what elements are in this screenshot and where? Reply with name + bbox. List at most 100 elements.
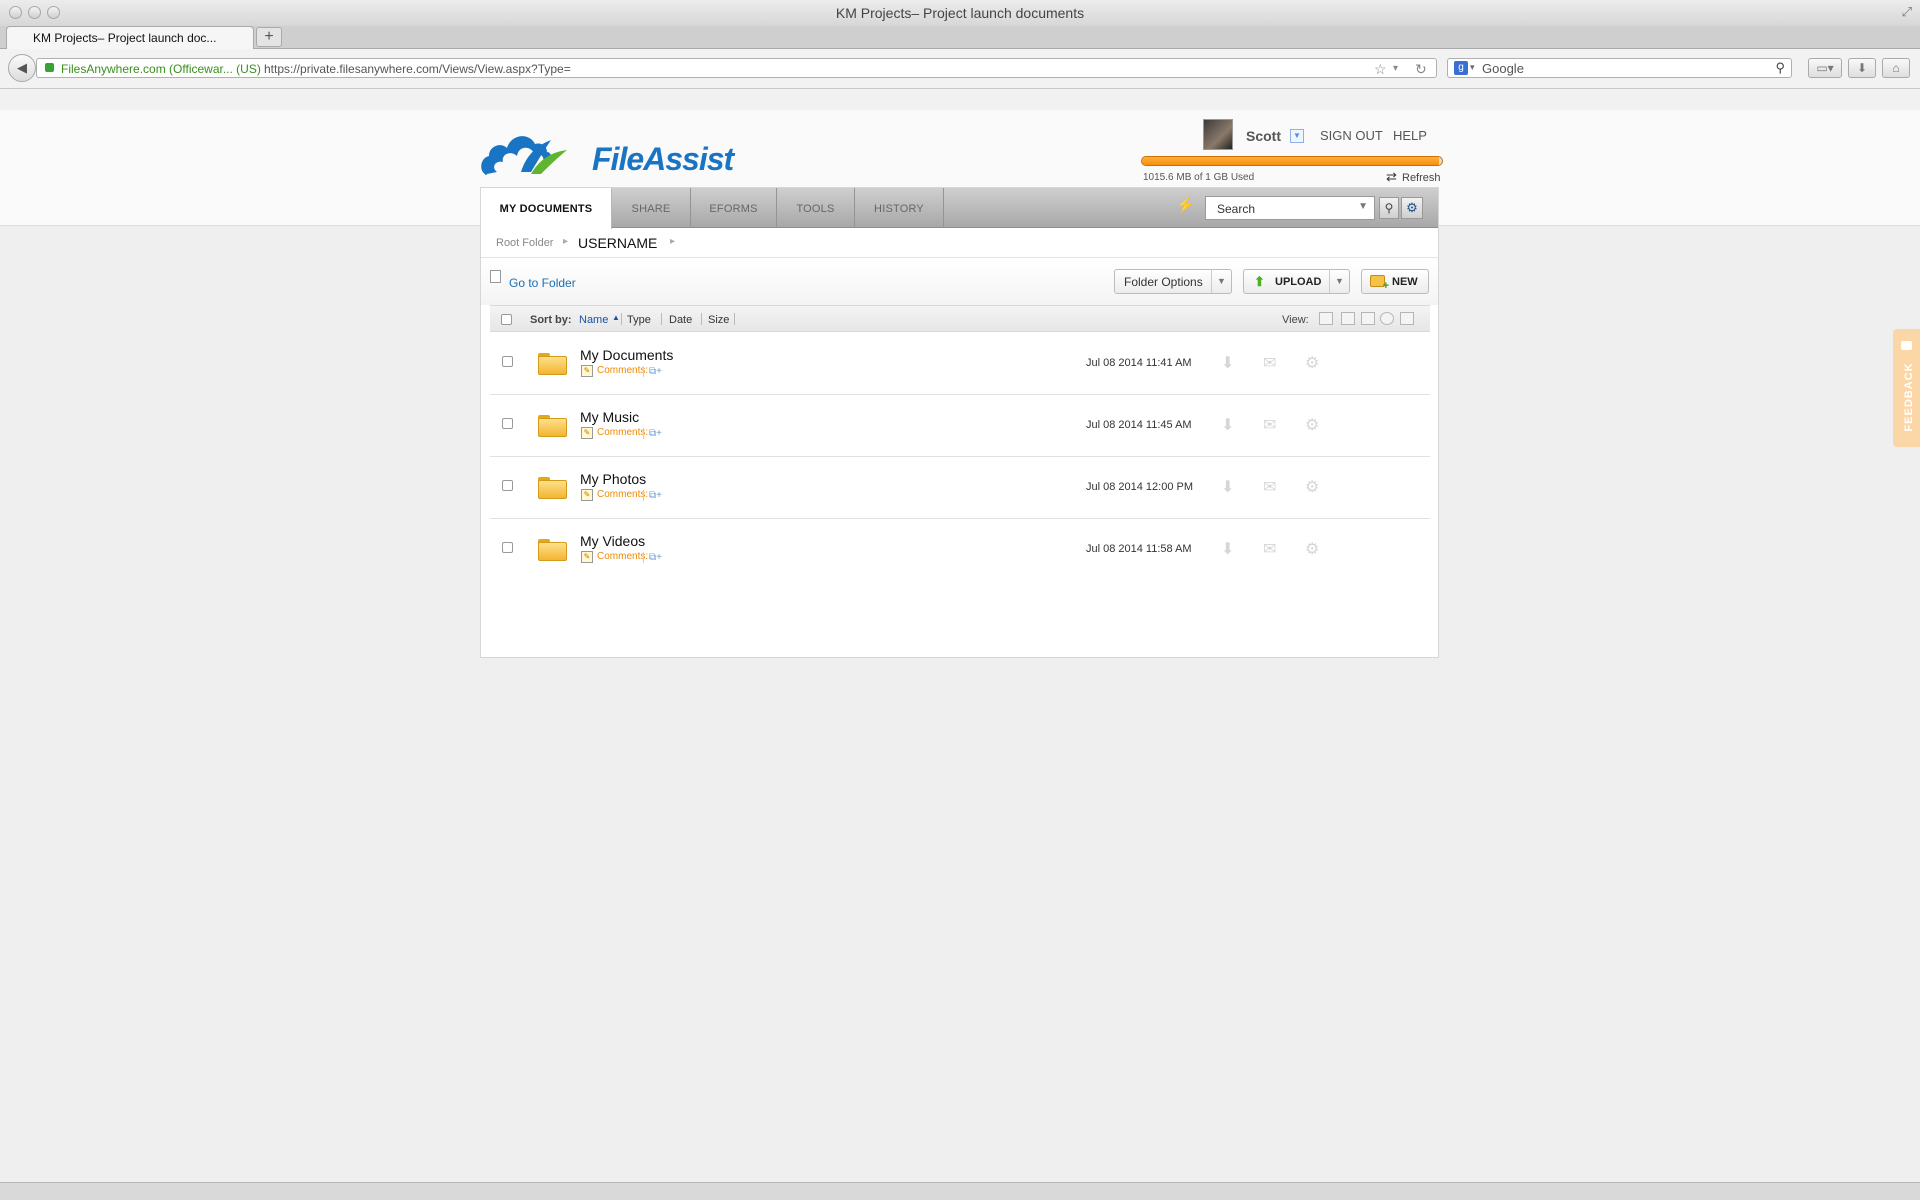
comments-link[interactable]: Comments: (597, 489, 648, 500)
folder-options-button[interactable]: Folder Options ▼ (1114, 269, 1232, 294)
folder-options-chevron-down-icon[interactable]: ▼ (1211, 270, 1231, 293)
refresh-quota-link[interactable]: Refresh (1402, 172, 1441, 184)
sort-by-type[interactable]: Type (627, 314, 651, 326)
download-icon[interactable]: ⬇ (1221, 477, 1234, 497)
row-checkbox[interactable] (502, 480, 513, 491)
home-icon[interactable]: ⌂ (1882, 58, 1910, 78)
file-row[interactable]: My Music ✎ Comments: ⧉+ Jul 08 2014 11:4… (490, 395, 1430, 457)
search-input[interactable]: Search ▼ (1205, 196, 1375, 220)
comment-icon[interactable]: ✎ (581, 427, 593, 439)
go-to-folder-link[interactable]: Go to Folder (509, 276, 576, 290)
comment-icon[interactable]: ✎ (581, 365, 593, 377)
tab-history[interactable]: HISTORY (855, 188, 944, 228)
select-all-checkbox[interactable] (501, 314, 512, 325)
download-icon[interactable]: ⬇ (1221, 539, 1234, 559)
advanced-search-gear-icon[interactable]: ⚙ (1401, 197, 1423, 219)
history-dropdown-icon[interactable]: ▾ (1393, 63, 1398, 74)
feedback-label: FEEDBACK (1903, 362, 1915, 432)
tag-icon[interactable]: ⧉+ (649, 552, 669, 563)
download-icon[interactable]: ⬇ (1221, 353, 1234, 373)
search-button[interactable]: ⚲ (1379, 197, 1399, 219)
gear-icon[interactable]: ⚙ (1305, 539, 1319, 559)
gear-icon[interactable]: ⚙ (1305, 477, 1319, 497)
folder-name[interactable]: My Music (580, 409, 639, 425)
folder-name[interactable]: My Videos (580, 533, 645, 549)
address-bar[interactable]: FilesAnywhere.com (Officewar... (US) htt… (36, 58, 1437, 78)
back-icon[interactable]: ◀ (8, 54, 36, 82)
sort-by-size[interactable]: Size (708, 314, 729, 326)
folder-icon[interactable] (538, 477, 567, 499)
thumbnail-view-icon[interactable] (1341, 312, 1355, 325)
gear-icon[interactable]: ⚙ (1305, 353, 1319, 373)
upload-button[interactable]: ⬆ UPLOAD ▼ (1243, 269, 1350, 294)
refresh-quota-icon[interactable]: ⇄ (1386, 169, 1397, 185)
sort-by-name[interactable]: Name (579, 314, 608, 326)
refresh-icon[interactable]: ↻ (1415, 61, 1427, 78)
tag-icon[interactable]: ⧉+ (649, 366, 669, 377)
help-link[interactable]: HELP (1393, 128, 1427, 143)
bookmark-star-icon[interactable]: ☆ (1374, 61, 1387, 78)
logo-text: FileAssist (592, 141, 734, 177)
screenshot-icon[interactable]: ▭▾ (1808, 58, 1842, 78)
gear-icon[interactable]: ⚙ (1305, 415, 1319, 435)
row-checkbox[interactable] (502, 418, 513, 429)
sort-by-date[interactable]: Date (669, 314, 692, 326)
folder-name[interactable]: My Documents (580, 347, 673, 363)
search-dropdown-chevron-down-icon[interactable]: ▼ (1358, 201, 1368, 212)
url-text[interactable]: https://private.filesanywhere.com/Views/… (264, 62, 571, 76)
sign-out-link[interactable]: SIGN OUT (1320, 128, 1383, 143)
details-view-icon[interactable] (1319, 312, 1333, 325)
upload-chevron-down-icon[interactable]: ▼ (1329, 270, 1349, 293)
google-icon[interactable]: g (1454, 61, 1468, 75)
tab-share[interactable]: SHARE (612, 188, 691, 228)
email-icon[interactable]: ✉ (1263, 353, 1276, 373)
folder-name[interactable]: My Photos (580, 471, 646, 487)
user-name[interactable]: Scott (1246, 128, 1281, 144)
breadcrumb-root-folder[interactable]: Root Folder (496, 237, 553, 249)
folder-icon[interactable] (538, 415, 567, 437)
comments-link[interactable]: Comments: (597, 427, 648, 438)
avatar[interactable] (1203, 119, 1233, 150)
new-button[interactable]: NEW (1361, 269, 1429, 294)
tag-icon[interactable]: ⧉+ (649, 428, 669, 439)
site-identity[interactable]: FilesAnywhere.com (Officewar... (US) (61, 62, 261, 76)
divider (701, 313, 702, 325)
row-checkbox[interactable] (502, 356, 513, 367)
comments-link[interactable]: Comments: (597, 365, 648, 376)
downloads-icon[interactable]: ⬇ (1848, 58, 1876, 78)
tab-my-documents[interactable]: MY DOCUMENTS (481, 188, 612, 229)
browser-search-bar[interactable]: g ▾ Google ⚲ (1447, 58, 1792, 78)
download-icon[interactable]: ⬇ (1221, 415, 1234, 435)
breadcrumb-current-folder[interactable]: USERNAME (578, 235, 657, 251)
media-view-icon[interactable] (1380, 312, 1394, 325)
new-label: NEW (1392, 276, 1418, 288)
row-checkbox[interactable] (502, 542, 513, 553)
tab-eforms[interactable]: EFORMS (691, 188, 777, 228)
lightning-icon[interactable]: ⚡ (1176, 196, 1195, 214)
comment-icon[interactable]: ✎ (581, 489, 593, 501)
search-icon[interactable]: ⚲ (1775, 60, 1785, 76)
chart-view-icon[interactable] (1400, 312, 1414, 325)
resize-icon[interactable]: ⤢ (1902, 4, 1912, 20)
comments-link[interactable]: Comments: (597, 551, 648, 562)
folder-icon[interactable] (538, 353, 567, 375)
email-icon[interactable]: ✉ (1263, 539, 1276, 559)
browser-tab[interactable]: KM Projects– Project launch doc... (6, 26, 254, 50)
email-icon[interactable]: ✉ (1263, 477, 1276, 497)
list-view-icon[interactable] (1361, 312, 1375, 325)
divider (643, 490, 644, 501)
engine-dropdown-icon[interactable]: ▾ (1470, 62, 1475, 73)
go-to-folder-icon[interactable] (490, 270, 501, 283)
user-menu-chevron-down-icon[interactable]: ▼ (1290, 129, 1304, 143)
comment-icon[interactable]: ✎ (581, 551, 593, 563)
file-row[interactable]: My Videos ✎ Comments: ⧉+ Jul 08 2014 11:… (490, 519, 1430, 581)
new-tab-button[interactable]: + (256, 27, 282, 47)
tag-icon[interactable]: ⧉+ (649, 490, 669, 501)
file-row[interactable]: My Documents ✎ Comments: ⧉+ Jul 08 2014 … (490, 333, 1430, 395)
file-row[interactable]: My Photos ✎ Comments: ⧉+ Jul 08 2014 12:… (490, 457, 1430, 519)
email-icon[interactable]: ✉ (1263, 415, 1276, 435)
search-placeholder: Search (1217, 202, 1256, 216)
tab-tools[interactable]: TOOLS (777, 188, 855, 228)
feedback-tab[interactable]: FEEDBACK (1893, 329, 1920, 447)
folder-icon[interactable] (538, 539, 567, 561)
